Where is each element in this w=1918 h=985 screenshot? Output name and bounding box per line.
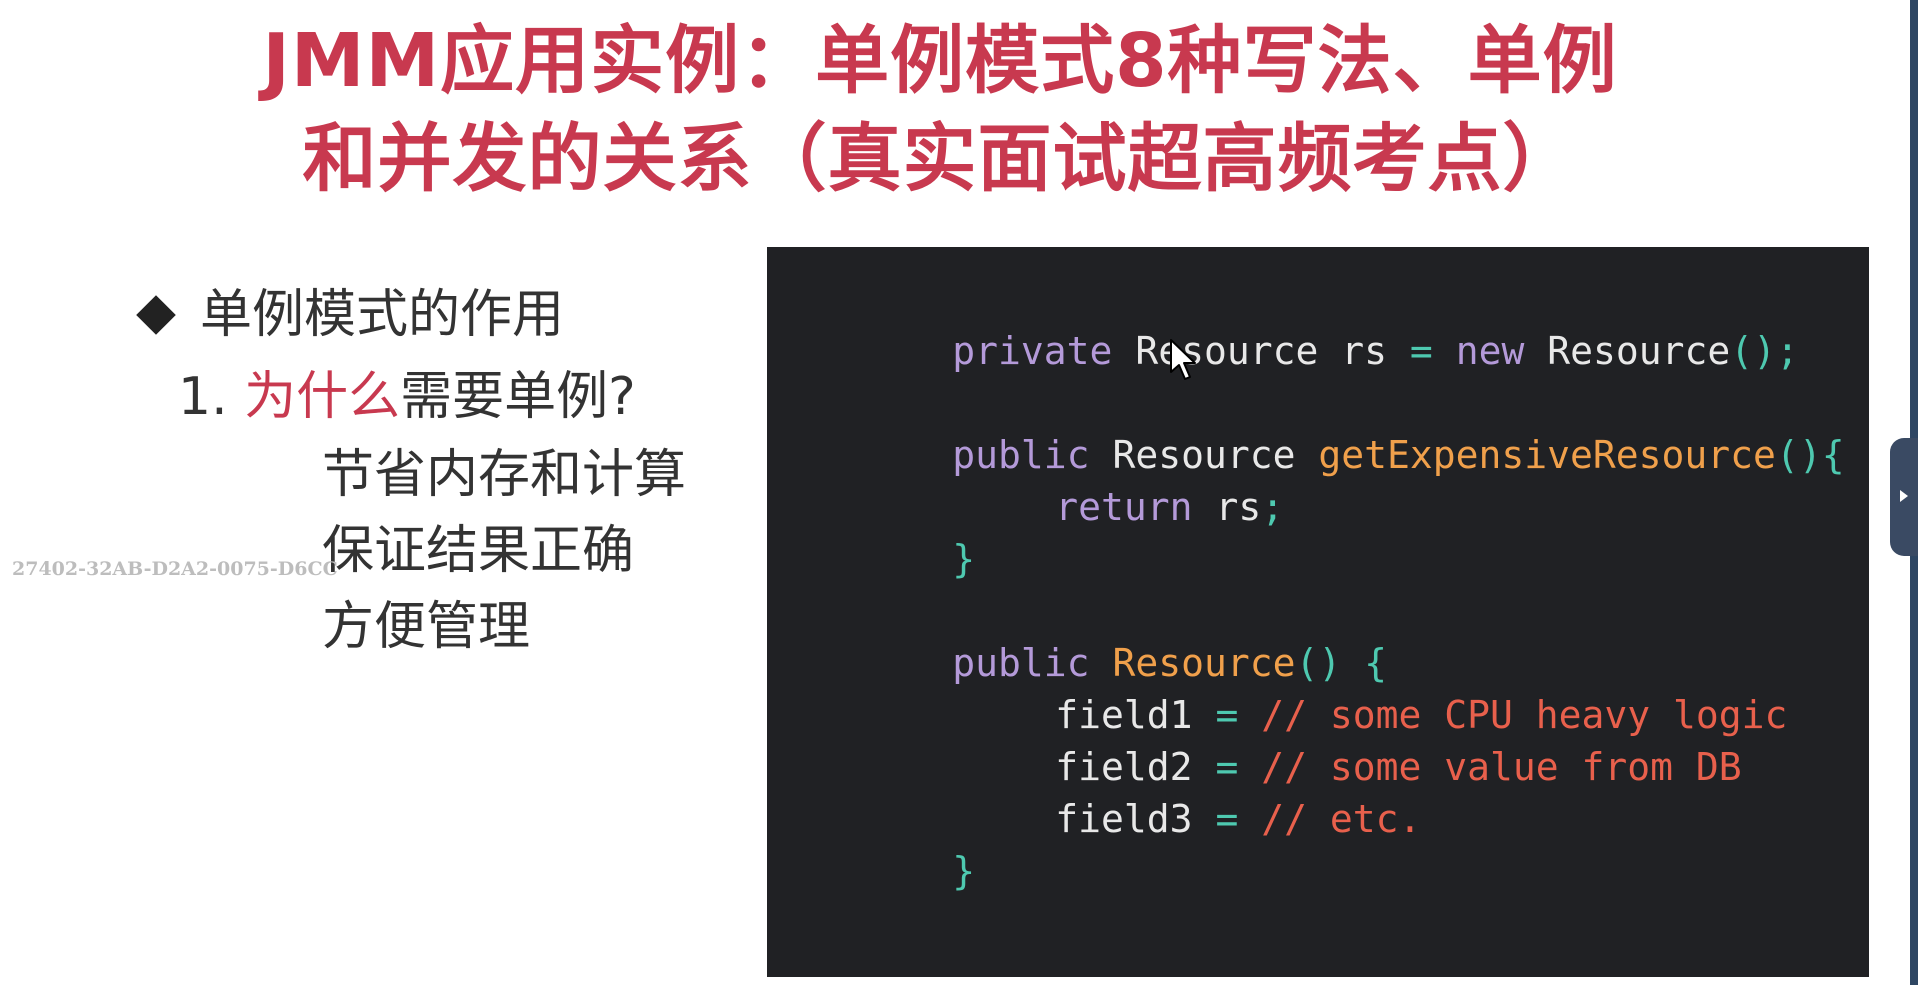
- code-brace: }: [952, 537, 976, 581]
- code-type: Resource: [1135, 329, 1319, 373]
- diamond-bullet-icon: [136, 295, 176, 335]
- slide-title: JMM应用实例：单例模式8种写法、单例 和并发的关系（真实面试超高频考点）: [0, 12, 1880, 208]
- code-punctuation: (){: [1775, 433, 1845, 477]
- code-identifier: rs: [1341, 329, 1388, 373]
- code-panel: private Resource rs = new Resource(); pu…: [767, 247, 1869, 977]
- item-rest-text: 需要单例?: [400, 367, 636, 427]
- item-number: 1.: [178, 367, 228, 427]
- code-keyword: return: [1055, 485, 1193, 529]
- code-punctuation: ;: [1261, 485, 1285, 529]
- title-line-1: JMM应用实例：单例模式8种写法、单例: [262, 18, 1618, 104]
- expand-arrow-icon: [1900, 490, 1908, 502]
- code-identifier: field3: [1055, 797, 1193, 841]
- code-function: getExpensiveResource: [1318, 433, 1776, 477]
- numbered-item: 1. 为什么需要单例?: [178, 362, 636, 432]
- code-comment: // etc.: [1261, 797, 1422, 841]
- sub-item: 方便管理: [322, 597, 531, 657]
- code-keyword: new: [1455, 329, 1525, 373]
- title-line-2: 和并发的关系（真实面试超高频考点）: [302, 116, 1578, 202]
- code-type: Resource: [1547, 329, 1731, 373]
- mouse-pointer-icon: [1170, 339, 1196, 380]
- bullet-heading-text: 单例模式的作用: [200, 285, 565, 345]
- slide: JMM应用实例：单例模式8种写法、单例 和并发的关系（真实面试超高频考点） 单例…: [0, 0, 1918, 985]
- code-line: }: [815, 793, 975, 949]
- watermark-text: 27402-32AB-D2A2-0075-D6CC: [12, 558, 338, 580]
- code-brace: }: [952, 849, 976, 893]
- sub-item: 保证结果正确: [322, 521, 635, 581]
- sub-item: 节省内存和计算: [322, 445, 687, 505]
- code-operator: =: [1409, 329, 1433, 373]
- item-accent-text: 为什么: [244, 367, 401, 427]
- code-identifier: rs: [1215, 485, 1262, 529]
- code-keyword: private: [952, 329, 1113, 373]
- code-punctuation: ();: [1730, 329, 1799, 373]
- side-panel-toggle[interactable]: [1890, 438, 1918, 556]
- code-operator: =: [1215, 797, 1239, 841]
- bullet-heading: 单例模式的作用: [130, 280, 564, 350]
